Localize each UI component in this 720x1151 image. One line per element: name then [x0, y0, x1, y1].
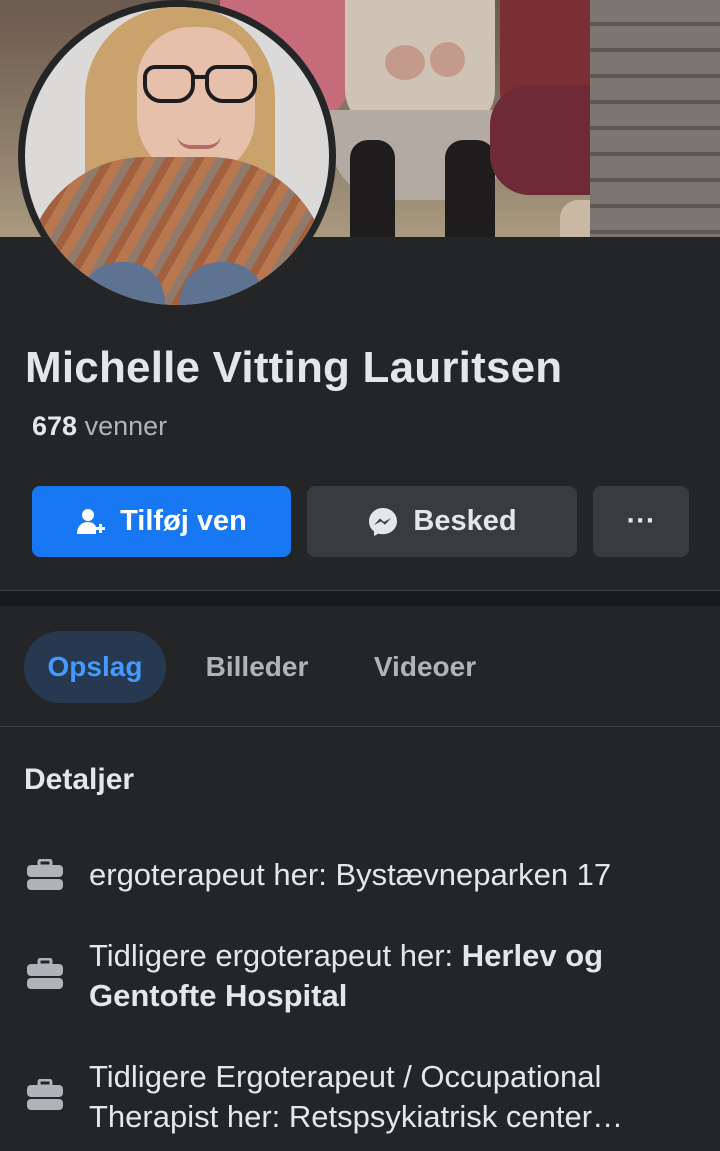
briefcase-icon — [26, 858, 64, 891]
avatar-glasses — [193, 75, 207, 79]
friends-number: 678 — [32, 411, 78, 441]
more-options-button[interactable]: ··· — [593, 486, 689, 557]
profile-name: Michelle Vitting Lauritsen — [25, 343, 563, 392]
detail-text: Tidligere Ergoterapeut / Occupational Th… — [89, 1057, 689, 1137]
section-divider — [0, 590, 720, 606]
avatar-photo — [25, 7, 329, 305]
add-friend-button[interactable]: Tilføj ven — [32, 486, 291, 557]
cover-figure — [430, 42, 465, 77]
tab-label: Billeder — [205, 651, 309, 682]
detail-text-part: Tidligere ergoterapeut her: — [89, 938, 462, 973]
briefcase-icon — [26, 1078, 64, 1111]
tabs-divider — [0, 726, 720, 727]
cover-bench — [590, 0, 720, 237]
tab-videos[interactable]: Videoer — [352, 631, 498, 703]
tab-label: Opslag — [47, 651, 143, 682]
detail-text-line[interactable]: Therapist her: Retspsykiatrisk center… — [89, 1097, 689, 1137]
cover-figure — [385, 45, 425, 80]
tab-posts[interactable]: Opslag — [24, 631, 166, 703]
briefcase-icon — [26, 957, 64, 990]
message-button[interactable]: Besked — [307, 486, 577, 557]
profile-avatar[interactable] — [18, 0, 336, 312]
cover-figure — [445, 140, 495, 237]
detail-text: Tidligere ergoterapeut her: Herlev og Ge… — [89, 936, 689, 1016]
friends-count[interactable]: 678 venner — [32, 411, 167, 442]
tab-label: Videoer — [373, 651, 477, 682]
person-plus-icon — [76, 507, 106, 537]
friends-label: venner — [84, 411, 168, 441]
avatar-sweater — [25, 157, 329, 305]
avatar-glasses — [143, 65, 195, 103]
cover-figure — [350, 140, 395, 237]
more-icon: ··· — [626, 505, 656, 537]
profile-page: Michelle Vitting Lauritsen 678 venner Ti… — [0, 0, 720, 1151]
add-friend-label: Tilføj ven — [120, 505, 247, 537]
details-heading: Detaljer — [24, 763, 135, 796]
avatar-glasses — [205, 65, 257, 103]
detail-text-line: Tidligere Ergoterapeut / Occupational — [89, 1059, 602, 1094]
detail-text: ergoterapeut her: Bystævneparken 17 — [89, 855, 689, 895]
tab-photos[interactable]: Billeder — [186, 631, 328, 703]
detail-text-part: ergoterapeut her: Bystævneparken 17 — [89, 857, 612, 892]
messenger-icon — [367, 506, 399, 538]
message-label: Besked — [413, 505, 517, 537]
